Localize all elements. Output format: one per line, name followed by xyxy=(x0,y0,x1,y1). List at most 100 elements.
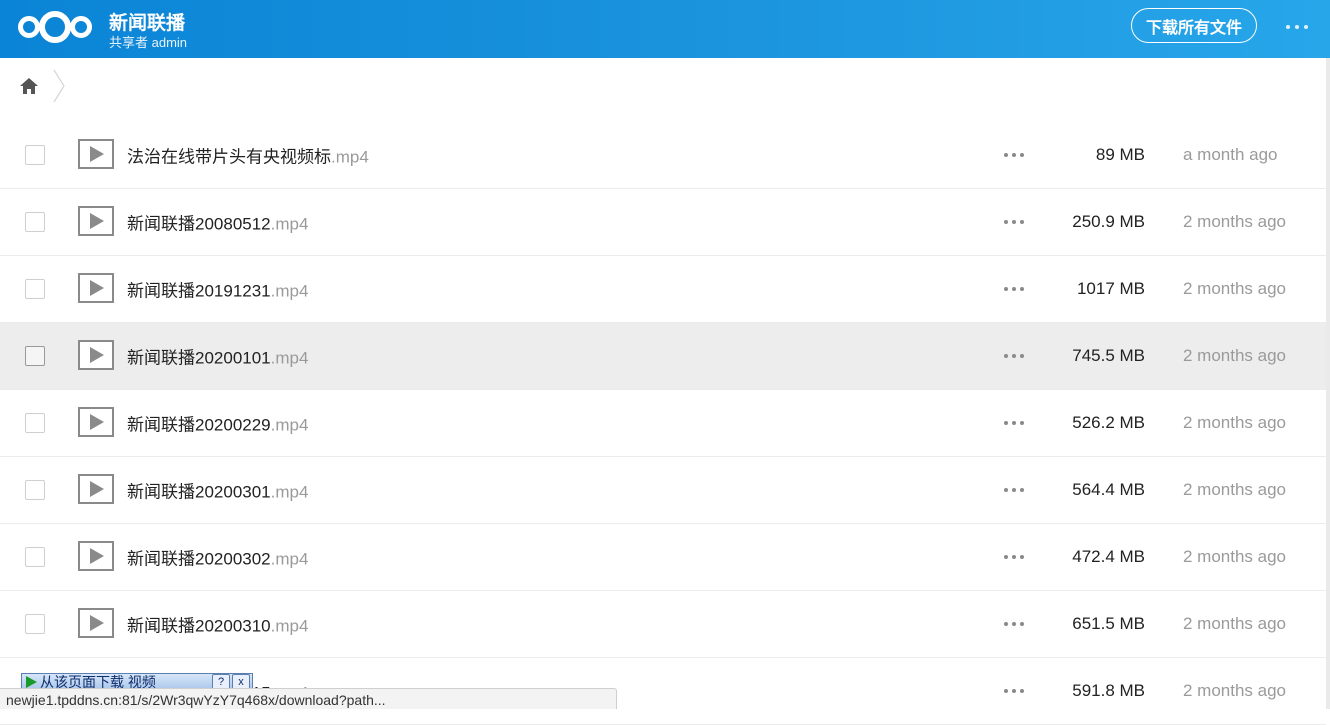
menu-dot xyxy=(1004,354,1008,358)
menu-dot xyxy=(1020,622,1024,626)
video-file-icon[interactable] xyxy=(78,340,114,370)
file-basename: 新闻联播20200229 xyxy=(127,415,271,435)
file-row[interactable]: 法治在线带片头有央视频标.mp4 89 MB a month ago xyxy=(0,122,1326,189)
file-basename: 法治在线带片头有央视频标 xyxy=(127,147,331,167)
download-all-button[interactable]: 下载所有文件 xyxy=(1131,8,1257,43)
file-name[interactable]: 新闻联播20200229.mp4 xyxy=(127,411,308,436)
nextcloud-logo[interactable] xyxy=(16,10,94,44)
file-name[interactable]: 新闻联播20200301.mp4 xyxy=(127,478,308,503)
file-extension: .mp4 xyxy=(270,549,309,569)
file-actions-icon[interactable] xyxy=(1004,354,1024,358)
file-actions-icon[interactable] xyxy=(1004,287,1024,291)
menu-dot xyxy=(1012,488,1016,492)
menu-dot xyxy=(1020,287,1024,291)
file-row[interactable]: 新闻联播20200302.mp4 472.4 MB 2 months ago xyxy=(0,524,1326,591)
menu-dot xyxy=(1004,220,1008,224)
video-file-icon[interactable] xyxy=(78,273,114,303)
file-name[interactable]: 新闻联播20200101.mp4 xyxy=(127,344,308,369)
video-file-icon[interactable] xyxy=(78,407,114,437)
file-extension: .mp4 xyxy=(270,348,309,368)
menu-dot xyxy=(1004,689,1008,693)
file-size: 1017 MB xyxy=(1076,279,1145,298)
breadcrumb-separator-icon xyxy=(53,69,65,103)
menu-dot xyxy=(1012,287,1016,291)
file-modified: 2 months ago xyxy=(1183,614,1287,633)
file-row[interactable]: 新闻联播20200229.mp4 526.2 MB 2 months ago xyxy=(0,390,1326,457)
menu-dot xyxy=(1012,689,1016,693)
file-row[interactable]: 新闻联播20200301.mp4 564.4 MB 2 months ago xyxy=(0,457,1326,524)
share-title: 新闻联播 xyxy=(109,13,186,34)
file-row[interactable]: 新闻联播20200310.mp4 651.5 MB 2 months ago xyxy=(0,591,1326,658)
file-size: 651.5 MB xyxy=(1072,614,1145,633)
file-name[interactable]: 新闻联播20080512.mp4 xyxy=(127,210,308,235)
menu-dot xyxy=(1012,555,1016,559)
file-name[interactable]: 新闻联播20191231.mp4 xyxy=(127,277,308,302)
menu-dot xyxy=(1004,555,1008,559)
select-checkbox[interactable] xyxy=(25,413,45,433)
file-actions-icon[interactable] xyxy=(1004,220,1024,224)
menu-dot xyxy=(1020,220,1024,224)
video-file-icon[interactable] xyxy=(78,206,114,236)
file-extension: .mp4 xyxy=(270,415,309,435)
file-basename: 新闻联播20200310 xyxy=(127,616,271,636)
file-modified: a month ago xyxy=(1183,145,1278,164)
file-modified: 2 months ago xyxy=(1183,212,1287,231)
file-row[interactable]: 新闻联播20200101.mp4 745.5 MB 2 months ago xyxy=(0,323,1326,390)
file-actions-icon[interactable] xyxy=(1004,555,1024,559)
menu-dot xyxy=(1012,153,1016,157)
file-row[interactable]: 新闻联播20080512.mp4 250.9 MB 2 months ago xyxy=(0,189,1326,256)
app-header: 新闻联播 共享者 admin 下载所有文件 xyxy=(0,0,1330,58)
video-file-icon[interactable] xyxy=(78,139,114,169)
file-extension: .mp4 xyxy=(270,616,309,636)
file-modified: 2 months ago xyxy=(1183,346,1287,365)
file-actions-icon[interactable] xyxy=(1004,689,1024,693)
file-basename: 新闻联播20200302 xyxy=(127,549,271,569)
file-size: 564.4 MB xyxy=(1072,480,1145,499)
menu-dot xyxy=(1020,555,1024,559)
scrollbar[interactable] xyxy=(1326,58,1330,709)
select-checkbox[interactable] xyxy=(25,145,45,165)
file-size: 526.2 MB xyxy=(1072,413,1145,432)
video-file-icon[interactable] xyxy=(78,474,114,504)
file-size: 89 MB xyxy=(1095,145,1145,164)
file-actions-icon[interactable] xyxy=(1004,421,1024,425)
file-actions-icon[interactable] xyxy=(1004,153,1024,157)
select-checkbox[interactable] xyxy=(25,547,45,567)
file-size: 250.9 MB xyxy=(1072,212,1145,231)
file-basename: 新闻联播20200301 xyxy=(127,482,271,502)
status-bar-url: newjie1.tpddns.cn:81/s/2Wr3qwYzY7q468x/d… xyxy=(0,688,617,709)
select-checkbox[interactable] xyxy=(25,212,45,232)
file-basename: 新闻联播20200101 xyxy=(127,348,271,368)
menu-dot xyxy=(1304,25,1308,29)
menu-dot xyxy=(1020,354,1024,358)
select-checkbox[interactable] xyxy=(25,480,45,500)
menu-dot xyxy=(1020,421,1024,425)
file-list: 法治在线带片头有央视频标.mp4 89 MB a month ago 新闻联播2008… xyxy=(0,122,1326,725)
file-modified: 2 months ago xyxy=(1183,279,1287,298)
file-name[interactable]: 法治在线带片头有央视频标.mp4 xyxy=(127,143,369,168)
file-row[interactable]: 新闻联播20191231.mp4 1017 MB 2 months ago xyxy=(0,256,1326,323)
menu-dot xyxy=(1004,287,1008,291)
menu-dot xyxy=(1004,488,1008,492)
menu-dot xyxy=(1295,25,1299,29)
file-actions-icon[interactable] xyxy=(1004,622,1024,626)
menu-dot xyxy=(1004,153,1008,157)
home-icon[interactable] xyxy=(19,76,39,96)
video-file-icon[interactable] xyxy=(78,541,114,571)
file-basename: 新闻联播20080512 xyxy=(127,214,271,234)
select-checkbox[interactable] xyxy=(25,279,45,299)
file-name[interactable]: 新闻联播20200310.mp4 xyxy=(127,612,308,637)
more-menu-icon[interactable] xyxy=(1286,17,1308,37)
file-actions-icon[interactable] xyxy=(1004,488,1024,492)
file-extension: .mp4 xyxy=(331,147,369,167)
file-name[interactable]: 新闻联播20200302.mp4 xyxy=(127,545,308,570)
video-file-icon[interactable] xyxy=(78,608,114,638)
file-basename: 新闻联播20191231 xyxy=(127,281,271,301)
menu-dot xyxy=(1020,689,1024,693)
select-checkbox[interactable] xyxy=(25,346,45,366)
share-owner: 共享者 admin xyxy=(109,35,188,50)
select-checkbox[interactable] xyxy=(25,614,45,634)
menu-dot xyxy=(1020,488,1024,492)
menu-dot xyxy=(1004,421,1008,425)
file-modified: 2 months ago xyxy=(1183,547,1287,566)
